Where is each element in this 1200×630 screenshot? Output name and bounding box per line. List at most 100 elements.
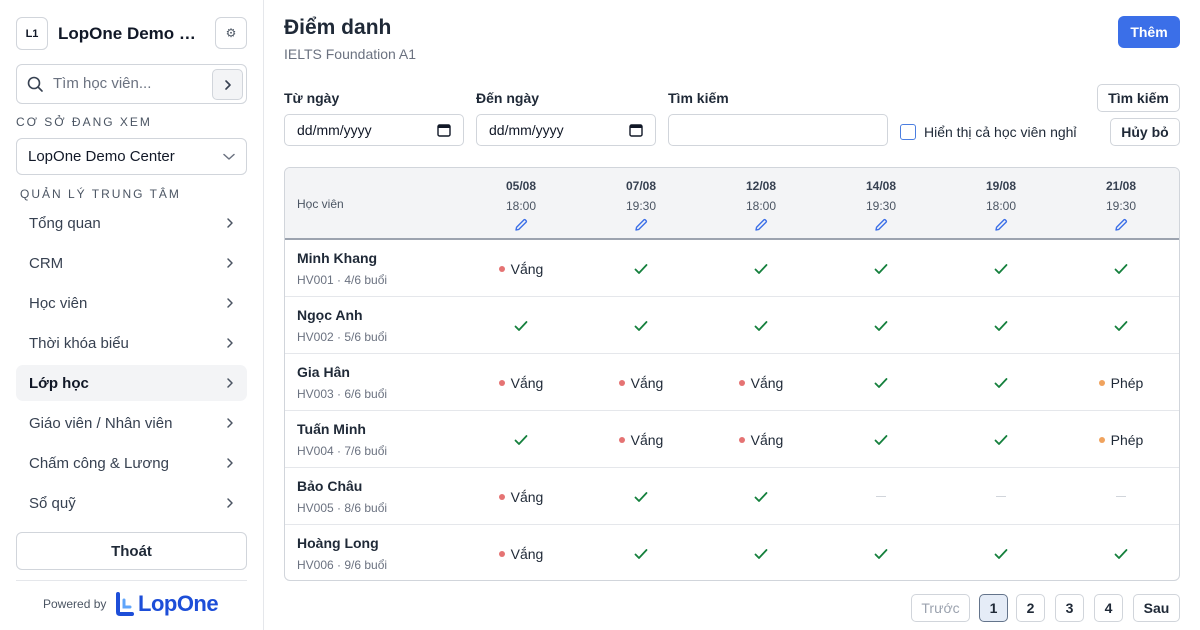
sidebar-item[interactable]: Học viên: [16, 285, 247, 321]
sidebar-item[interactable]: Tổng quan: [16, 205, 247, 241]
attendance-cell[interactable]: [1071, 297, 1171, 354]
empty-dash: [876, 496, 886, 497]
settings-button[interactable]: ⚙: [215, 17, 247, 49]
sidebar-item[interactable]: Lớp học: [16, 365, 247, 401]
edit-session-button[interactable]: [481, 217, 561, 233]
student-name[interactable]: Ngọc Anh: [297, 307, 363, 323]
attendance-cell[interactable]: [1071, 468, 1171, 525]
attendance-cell[interactable]: Vắng: [471, 468, 571, 525]
attendance-cell[interactable]: [1071, 240, 1171, 297]
attendance-cell[interactable]: [831, 297, 931, 354]
sidebar-item-label: Chấm công & Lương: [29, 454, 169, 472]
sidebar-item[interactable]: Giáo viên / Nhân viên: [16, 405, 247, 441]
edit-session-button[interactable]: [961, 217, 1041, 233]
student-name[interactable]: Gia Hân: [297, 364, 350, 380]
next-page-button[interactable]: Sau: [1133, 594, 1180, 622]
check-icon: [634, 548, 648, 559]
from-date-input[interactable]: dd/mm/yyyy: [284, 114, 464, 146]
search-field[interactable]: [668, 114, 888, 146]
page-button[interactable]: 4: [1094, 594, 1123, 622]
attendance-cell[interactable]: [831, 411, 931, 468]
session-column-header: 05/08 18:00: [481, 176, 561, 233]
attendance-cell[interactable]: [591, 297, 691, 354]
excused-dot: [1098, 379, 1105, 386]
sidebar-item[interactable]: Chấm công & Lương: [16, 445, 247, 481]
table-row: Tuấn Minh HV004 · 7/6 buổi Vắng Vắng Phép: [285, 411, 1179, 468]
to-date-value: dd/mm/yyyy: [489, 122, 564, 138]
add-button[interactable]: Thêm: [1118, 16, 1180, 48]
attendance-cell[interactable]: [951, 297, 1051, 354]
attendance-cell[interactable]: [951, 240, 1051, 297]
attendance-cell[interactable]: [831, 240, 931, 297]
search-button[interactable]: Tìm kiếm: [1097, 84, 1180, 112]
attendance-cell[interactable]: [711, 468, 811, 525]
attendance-cell[interactable]: [591, 468, 691, 525]
show-inactive-label: Hiển thị cả học viên nghỉ: [924, 124, 1077, 140]
check-icon: [874, 434, 888, 445]
sidebar-item[interactable]: Sổ quỹ: [16, 485, 247, 521]
pencil-icon: [875, 218, 888, 231]
edit-session-button[interactable]: [721, 217, 801, 233]
session-time: 18:00: [505, 199, 537, 213]
page-button[interactable]: 3: [1055, 594, 1084, 622]
attendance-cell[interactable]: [591, 240, 691, 297]
check-icon: [874, 548, 888, 559]
page-button[interactable]: 1: [979, 594, 1008, 622]
attendance-cell[interactable]: [831, 525, 931, 580]
attendance-cell[interactable]: Vắng: [471, 525, 571, 580]
attendance-cell[interactable]: [951, 411, 1051, 468]
session-time: 18:00: [985, 199, 1017, 213]
attendance-cell[interactable]: [471, 297, 571, 354]
attendance-cell[interactable]: Phép: [1071, 354, 1171, 411]
sidebar-item[interactable]: Thời khóa biểu: [16, 325, 247, 361]
attendance-cell[interactable]: [711, 525, 811, 580]
attendance-cell[interactable]: Vắng: [711, 411, 811, 468]
logout-button[interactable]: Thoát: [16, 532, 247, 570]
attendance-cell[interactable]: [951, 525, 1051, 580]
table-row: Hoàng Long HV006 · 9/6 buổi Vắng: [285, 525, 1179, 580]
check-icon: [994, 263, 1008, 274]
student-name[interactable]: Tuấn Minh: [297, 421, 366, 437]
powered-by-text: Powered by: [43, 597, 107, 611]
check-icon: [1114, 263, 1128, 274]
attendance-cell[interactable]: [1071, 525, 1171, 580]
student-name[interactable]: Minh Khang: [297, 250, 377, 266]
student-name[interactable]: Hoàng Long: [297, 535, 379, 551]
table-row: Ngọc Anh HV002 · 5/6 buổi: [285, 297, 1179, 354]
cancel-button[interactable]: Hủy bỏ: [1110, 118, 1180, 146]
absent-label: Vắng: [510, 260, 544, 277]
attendance-cell[interactable]: Vắng: [471, 240, 571, 297]
check-icon: [874, 377, 888, 388]
absent-dot: [498, 379, 505, 386]
sidebar-item-label: Tổng quan: [29, 214, 101, 232]
attendance-cell[interactable]: [831, 468, 931, 525]
prev-page-button[interactable]: Trước: [911, 594, 970, 622]
attendance-cell[interactable]: Vắng: [591, 354, 691, 411]
to-date-input[interactable]: dd/mm/yyyy: [476, 114, 656, 146]
check-icon: [514, 320, 528, 331]
student-name[interactable]: Bảo Châu: [297, 478, 362, 494]
attendance-cell[interactable]: [831, 354, 931, 411]
center-select[interactable]: LopOne Demo Center: [16, 138, 247, 175]
sidebar-item[interactable]: CRM: [16, 245, 247, 281]
session-time: 19:30: [1105, 199, 1137, 213]
page-button[interactable]: 2: [1016, 594, 1045, 622]
chevron-right-icon: [224, 79, 231, 90]
edit-session-button[interactable]: [841, 217, 921, 233]
attendance-cell[interactable]: [711, 297, 811, 354]
attendance-cell[interactable]: Vắng: [711, 354, 811, 411]
student-search-input[interactable]: [53, 75, 223, 92]
absent-label: Vắng: [510, 545, 544, 562]
attendance-cell[interactable]: Phép: [1071, 411, 1171, 468]
attendance-cell[interactable]: [951, 354, 1051, 411]
attendance-cell[interactable]: [471, 411, 571, 468]
attendance-cell[interactable]: Vắng: [471, 354, 571, 411]
edit-session-button[interactable]: [601, 217, 681, 233]
attendance-cell[interactable]: [951, 468, 1051, 525]
attendance-cell[interactable]: [591, 525, 691, 580]
show-inactive-checkbox[interactable]: [900, 124, 916, 140]
edit-session-button[interactable]: [1081, 217, 1161, 233]
attendance-cell[interactable]: [711, 240, 811, 297]
search-submit-button[interactable]: [212, 69, 243, 100]
attendance-cell[interactable]: Vắng: [591, 411, 691, 468]
